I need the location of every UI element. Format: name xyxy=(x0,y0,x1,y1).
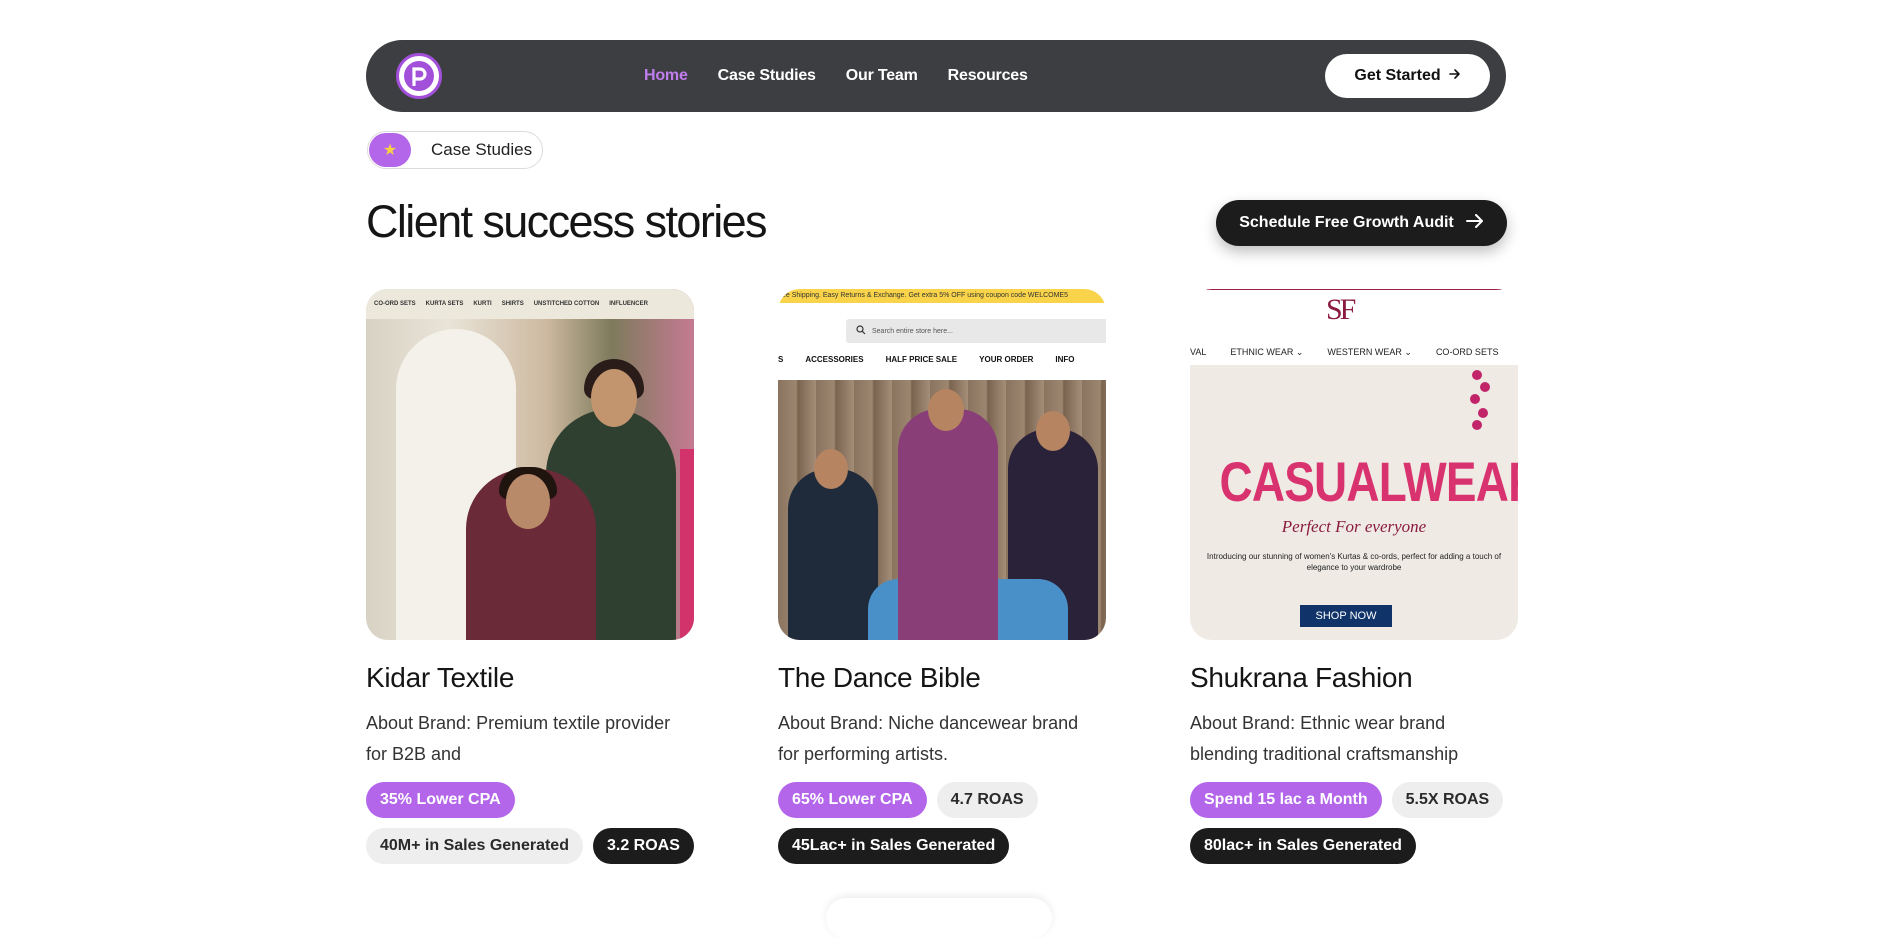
image-tagline: Perfect For everyone xyxy=(1281,517,1427,536)
image-nav-item: KURTI xyxy=(473,301,492,307)
image-model xyxy=(898,409,998,640)
image-nav-item: S xyxy=(778,355,784,364)
image-nav-item: KURTA SETS xyxy=(425,301,464,307)
brand-logo-icon[interactable] xyxy=(396,53,442,99)
star-icon: ★ xyxy=(369,133,411,167)
image-model-face xyxy=(591,369,637,427)
image-nav-item: VAL xyxy=(1190,347,1207,357)
nav-link-our-team[interactable]: Our Team xyxy=(846,67,918,85)
card-description: About Brand: Ethnic wear brand blending … xyxy=(1190,713,1459,764)
schedule-audit-button[interactable]: Schedule Free Growth Audit xyxy=(1216,200,1507,246)
image-nav-item: WESTERN WEAR ⌄ xyxy=(1327,347,1412,357)
image-nav-item: YOUR ORDER xyxy=(979,355,1034,364)
image-search-placeholder: Search entire store here... xyxy=(872,327,953,335)
metric-tag: 40M+ in Sales Generated xyxy=(366,828,583,864)
metric-tag: 45Lac+ in Sales Generated xyxy=(778,828,1010,864)
image-nav-bar: VAL ETHNIC WEAR ⌄ WESTERN WEAR ⌄ CO-ORD … xyxy=(1190,347,1518,358)
image-model-face xyxy=(1036,411,1070,451)
arrow-right-icon xyxy=(1465,213,1484,233)
image-model-face xyxy=(506,474,550,529)
card-title[interactable]: The Dance Bible xyxy=(778,662,1106,694)
get-started-label: Get Started xyxy=(1354,67,1441,84)
metric-tag: 4.7 ROAS xyxy=(936,782,1038,818)
section-badge: ★ Case Studies xyxy=(367,131,543,169)
page-title: Client success stories xyxy=(366,196,768,247)
image-headline: CASUALWEAR xyxy=(1219,450,1518,513)
search-icon xyxy=(856,325,866,337)
card-title[interactable]: Shukrana Fashion xyxy=(1190,662,1518,694)
case-study-card-the-dance-bible[interactable]: ee Shipping. Easy Returns & Exchange. Ge… xyxy=(778,289,1106,864)
image-shop-now-button: SHOP NOW xyxy=(1300,605,1392,627)
image-nav-item: CO-ORD SETS xyxy=(1435,347,1499,357)
nav-link-case-studies[interactable]: Case Studies xyxy=(718,67,816,85)
image-nav-bar: S ACCESSORIES HALF PRICE SALE YOUR ORDER… xyxy=(778,355,1106,364)
image-model xyxy=(788,469,878,640)
image-search-bar: Search entire store here... xyxy=(846,319,1106,343)
kidar-textile-image[interactable]: CO-ORD SETS KURTA SETS KURTI SHIRTS UNST… xyxy=(366,289,694,640)
image-accent xyxy=(680,449,694,640)
image-nav-item: ACCESSORIES xyxy=(805,355,864,364)
card-tags: Spend 15 lac a Month 5.5X ROAS 80lac+ in… xyxy=(1190,782,1530,864)
card-title[interactable]: Kidar Textile xyxy=(366,662,694,694)
nav-link-home[interactable]: Home xyxy=(644,67,688,85)
arrow-right-icon xyxy=(1448,67,1461,85)
image-nav-item: HALF PRICE SALE xyxy=(885,355,958,364)
card-description: About Brand: Premium textile provider fo… xyxy=(366,713,671,764)
nav-link-resources[interactable]: Resources xyxy=(948,67,1028,85)
image-model-face xyxy=(928,389,964,431)
image-nav-item: SHIRTS xyxy=(501,301,524,307)
image-logo: SF xyxy=(1326,293,1356,326)
card-description: About Brand: Niche dancewear brand for p… xyxy=(778,713,1079,764)
schedule-audit-label: Schedule Free Growth Audit xyxy=(1239,214,1454,231)
image-nav-item: ETHNIC WEAR ⌄ xyxy=(1230,347,1304,357)
metric-tag: 80lac+ in Sales Generated xyxy=(1190,828,1416,864)
metric-tag: Spend 15 lac a Month xyxy=(1190,782,1382,818)
metric-tag: 3.2 ROAS xyxy=(592,828,694,864)
metric-tag: 35% Lower CPA xyxy=(366,782,515,818)
flower-decoration-icon xyxy=(1468,364,1492,434)
image-nav-item: CO-ORD SETS xyxy=(374,301,416,307)
image-promo-bar: ee Shipping. Easy Returns & Exchange. Ge… xyxy=(778,289,1106,303)
case-study-card-shukrana-fashion[interactable]: SF VAL ETHNIC WEAR ⌄ WESTERN WEAR ⌄ CO-O… xyxy=(1190,289,1518,864)
image-intro: Introducing our stunning of women's Kurt… xyxy=(1206,552,1502,572)
image-nav-item: INFLUENCER xyxy=(609,301,648,307)
case-study-card-kidar-textile[interactable]: CO-ORD SETS KURTA SETS KURTI SHIRTS UNST… xyxy=(366,289,694,864)
the-dance-bible-image[interactable]: ee Shipping. Easy Returns & Exchange. Ge… xyxy=(778,289,1106,640)
card-tags: 35% Lower CPA 40M+ in Sales Generated 3.… xyxy=(366,782,706,864)
shukrana-fashion-image[interactable]: SF VAL ETHNIC WEAR ⌄ WESTERN WEAR ⌄ CO-O… xyxy=(1190,289,1518,640)
image-nav-item: UNSTITCHED COTTON xyxy=(533,301,600,307)
get-started-button[interactable]: Get Started xyxy=(1325,54,1490,98)
metric-tag: 65% Lower CPA xyxy=(778,782,927,818)
load-more-button[interactable] xyxy=(826,898,1052,938)
section-badge-label: Case Studies xyxy=(431,140,533,159)
image-nav-item: INFO xyxy=(1055,355,1075,364)
image-model-face xyxy=(814,449,848,489)
top-navbar: Home Case Studies Our Team Resources Get… xyxy=(366,40,1506,112)
image-nav-bar: CO-ORD SETS KURTA SETS KURTI SHIRTS UNST… xyxy=(366,289,694,319)
nav-links: Home Case Studies Our Team Resources xyxy=(644,40,1058,112)
metric-tag: 5.5X ROAS xyxy=(1391,782,1504,818)
card-tags: 65% Lower CPA 4.7 ROAS 45Lac+ in Sales G… xyxy=(778,782,1118,864)
